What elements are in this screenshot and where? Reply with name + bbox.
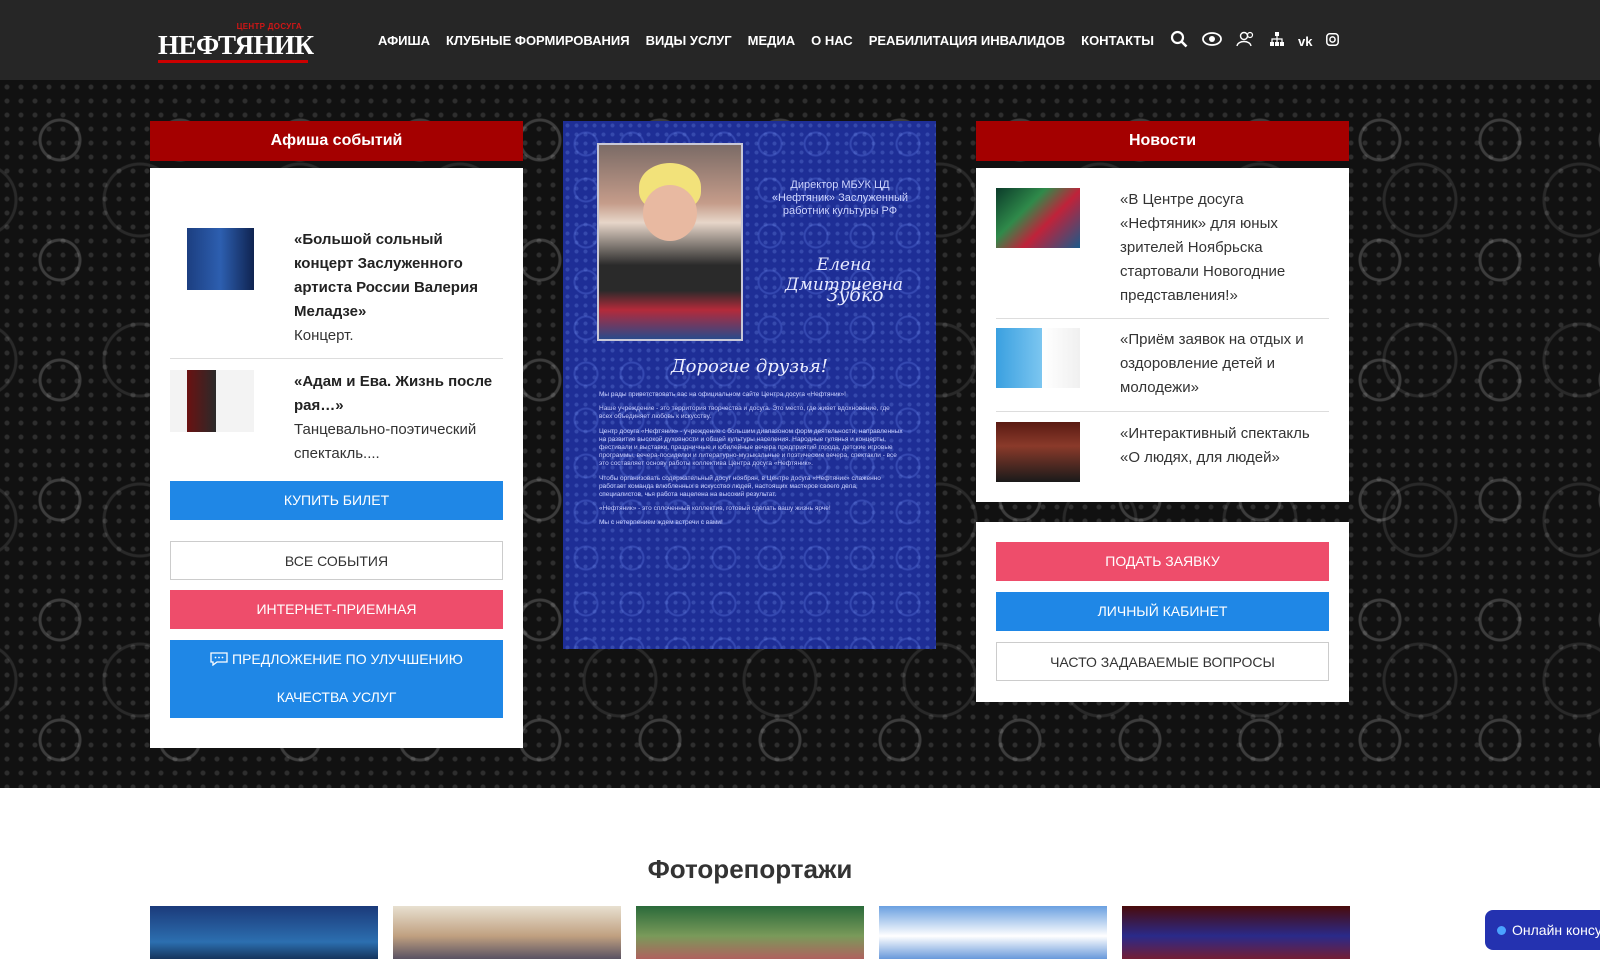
buy-ticket-button[interactable]: КУПИТЬ БИЛЕТ (170, 481, 503, 520)
event-thumbnail[interactable] (170, 228, 254, 290)
header-icons: vk (1170, 30, 1353, 54)
news-title[interactable]: «В Центре досуга «Нефтяник» для юных зри… (1120, 188, 1330, 308)
submit-application-button[interactable]: ПОДАТЬ ЗАЯВКУ (996, 542, 1329, 581)
logo-text: НЕФТЯНИК (158, 30, 314, 60)
nav-services[interactable]: ВИДЫ УСЛУГ (646, 33, 732, 48)
poster-paragraph: Чтобы организовать содержательный досуг … (599, 474, 881, 499)
news-title[interactable]: «Приём заявок на отдых и оздоровление де… (1120, 328, 1330, 400)
service-suggestion-button[interactable]: ПРЕДЛОЖЕНИЕ ПО УЛУЧШЕНИЮ КАЧЕСТВА УСЛУГ (170, 640, 503, 718)
photo-thumbnail[interactable] (393, 906, 621, 959)
divider (996, 411, 1329, 412)
event-subtitle: Танцевально-поэтический спектакль.... (294, 421, 477, 462)
suggestion-label-line1: ПРЕДЛОЖЕНИЕ ПО УЛУЧШЕНИЮ (232, 651, 463, 667)
search-icon[interactable] (1170, 30, 1188, 54)
poster-paragraph: Мы с нетерпением ждем встречи с вами! (599, 519, 723, 527)
poster-paragraph: Наше учреждение - это территория творчес… (599, 405, 890, 421)
nav-clubs[interactable]: КЛУБНЫЕ ФОРМИРОВАНИЯ (446, 33, 630, 48)
director-position: Директор МБУК ЦД «Нефтяник» Заслуженный … (771, 179, 909, 217)
nav-media[interactable]: МЕДИА (748, 33, 796, 48)
faq-button[interactable]: ЧАСТО ЗАДАВАЕМЫЕ ВОПРОСЫ (996, 642, 1329, 681)
site-logo[interactable]: ЦЕНТР ДОСУГА НЕФТЯНИК (158, 22, 314, 63)
event-subtitle: Концерт. (294, 327, 354, 344)
personal-account-button[interactable]: ЛИЧНЫЙ КАБИНЕТ (996, 592, 1329, 631)
vk-icon[interactable]: vk (1298, 32, 1312, 52)
director-photo (597, 143, 743, 341)
nav-contacts[interactable]: КОНТАКТЫ (1081, 33, 1154, 48)
main-nav: АФИША КЛУБНЫЕ ФОРМИРОВАНИЯ ВИДЫ УСЛУГ МЕ… (378, 33, 1170, 48)
news-heading: Новости (976, 121, 1349, 161)
poster-paragraph: Центр досуга «Нефтяник» - учреждение с б… (599, 427, 903, 468)
event-title[interactable]: «Большой сольный концерт Заслуженного ар… (294, 228, 504, 324)
top-bar: ЦЕНТР ДОСУГА НЕФТЯНИК АФИША КЛУБНЫЕ ФОРМ… (0, 0, 1600, 80)
nav-afisha[interactable]: АФИША (378, 33, 430, 48)
logo-underline (158, 60, 308, 63)
online-consultant-button[interactable]: Онлайн консультант (1485, 910, 1600, 950)
divider (170, 358, 503, 359)
all-events-button[interactable]: ВСЕ СОБЫТИЯ (170, 541, 503, 580)
nav-rehab[interactable]: РЕАБИЛИТАЦИЯ ИНВАЛИДОВ (869, 33, 1065, 48)
event-title[interactable]: «Адам и Ева. Жизнь после рая…» (294, 370, 504, 418)
online-consultant-label: Онлайн консультант (1512, 922, 1600, 938)
divider (996, 318, 1329, 319)
internet-reception-button[interactable]: ИНТЕРНЕТ-ПРИЕМНАЯ (170, 590, 503, 629)
sitemap-icon[interactable] (1270, 32, 1284, 52)
instagram-icon[interactable] (1326, 32, 1340, 52)
online-status-dot (1497, 926, 1506, 935)
event-thumbnail[interactable] (170, 370, 254, 432)
photo-thumbnail[interactable] (1122, 906, 1350, 959)
photo-thumbnail[interactable] (879, 906, 1107, 959)
poster-body: Мы рады приветствовать вас на официально… (599, 391, 903, 534)
eye-icon[interactable] (1202, 32, 1222, 52)
director-greeting-poster: Директор МБУК ЦД «Нефтяник» Заслуженный … (563, 121, 936, 649)
actions-panel: ПОДАТЬ ЗАЯВКУ ЛИЧНЫЙ КАБИНЕТ ЧАСТО ЗАДАВ… (976, 522, 1349, 702)
events-panel: «Большой сольный концерт Заслуженного ар… (150, 168, 523, 748)
users-icon[interactable] (1236, 31, 1256, 53)
poster-greeting: Дорогие друзья! (670, 356, 829, 377)
photoreports-heading: Фоторепортажи (647, 854, 853, 884)
suggestion-label-line2: КАЧЕСТВА УСЛУГ (276, 689, 397, 705)
photo-thumbnail[interactable] (150, 906, 378, 959)
poster-paragraph: Мы рады приветствовать вас на официально… (599, 391, 846, 398)
poster-paragraph: «Нефтяник» - это сплоченный коллектив, г… (599, 505, 831, 513)
nav-about[interactable]: О НАС (811, 33, 853, 48)
news-panel: «В Центре досуга «Нефтяник» для юных зри… (976, 168, 1349, 502)
news-title[interactable]: «Интерактивный спектакль «О людях, для л… (1120, 422, 1330, 470)
photoreports-gallery (150, 906, 1365, 959)
news-thumbnail[interactable] (996, 188, 1080, 248)
news-thumbnail[interactable] (996, 328, 1080, 388)
events-heading: Афиша событий (150, 121, 523, 161)
director-name-last: Зубко (826, 284, 884, 306)
news-thumbnail[interactable] (996, 422, 1080, 482)
photo-face (643, 185, 697, 241)
photo-thumbnail[interactable] (636, 906, 864, 959)
comment-icon (210, 651, 232, 667)
